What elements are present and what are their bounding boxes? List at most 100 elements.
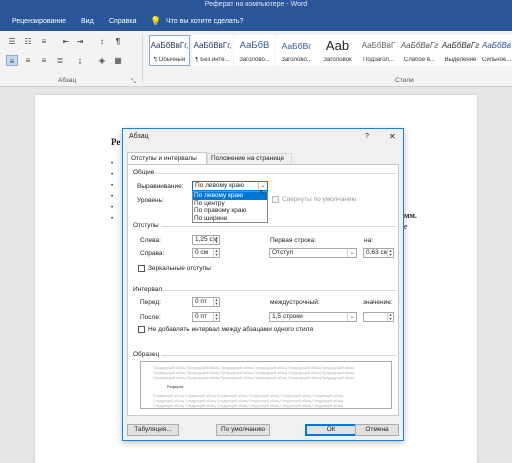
- tab-label: Положение на странице: [211, 155, 285, 162]
- spinner-icon[interactable]: ▲ ▼: [387, 313, 393, 321]
- alignment-dropdown-list: По левому краю По центру По правому краю…: [192, 191, 268, 223]
- paragraph-launcher-icon[interactable]: ⤡: [131, 79, 136, 86]
- tell-me-box[interactable]: Что вы хотите сделать?: [166, 18, 243, 25]
- alignment-label: Выравнивание:: [137, 183, 184, 190]
- no-space-checkbox[interactable]: [138, 326, 145, 333]
- tab-line-page-breaks[interactable]: Положение на странице: [207, 153, 292, 164]
- before-input[interactable]: 0 пт ▲ ▼: [192, 297, 220, 307]
- alignment-option-center[interactable]: По центру: [193, 200, 267, 208]
- show-marks-icon[interactable]: ¶: [112, 36, 124, 47]
- first-line-label: Первая строка:: [270, 237, 317, 244]
- set-default-button[interactable]: По умолчанию: [216, 424, 270, 436]
- style-intense-emphasis[interactable]: АаБбВвГг Сильное...: [481, 35, 512, 66]
- line-spacing-select[interactable]: 1,5 строки ⌄: [269, 312, 357, 322]
- preview-previous: Предыдущий абзац Предыдущий абзац Предыд…: [153, 371, 355, 375]
- align-left-icon[interactable]: ≡: [6, 55, 18, 66]
- preview-previous: Предыдущий абзац Предыдущий абзац Предыд…: [153, 366, 355, 370]
- no-space-label: Не добавлять интервал между абзацами одн…: [148, 326, 313, 333]
- shading-icon[interactable]: ◈: [96, 55, 108, 66]
- group-divider: [142, 35, 143, 83]
- preview-next: Следующий абзац Следующий абзац Следующи…: [153, 394, 344, 398]
- by-input[interactable]: 0,63 см ▲ ▼: [363, 248, 394, 258]
- style-name: ¶ Без инте...: [195, 57, 230, 63]
- indents-section-title: Отступы: [133, 222, 159, 229]
- ok-button[interactable]: ОК: [305, 424, 357, 436]
- borders-icon[interactable]: ▦: [112, 55, 124, 66]
- cancel-button[interactable]: Отмена: [355, 424, 399, 436]
- styles-group-label: Стили: [395, 77, 414, 84]
- style-name: Слабое в...: [403, 57, 436, 63]
- line-spacing-icon[interactable]: ↨: [74, 55, 86, 66]
- style-name: ¶ Обычный: [153, 57, 186, 63]
- sort-icon[interactable]: ↕: [96, 36, 108, 47]
- preview-box: Предыдущий абзац Предыдущий абзац Предыд…: [140, 361, 392, 409]
- style-sample: АаБбВвГг: [400, 41, 439, 50]
- left-indent-input[interactable]: 1,25 см ▲ ▼: [192, 235, 220, 245]
- chevron-down-icon[interactable]: ⌄: [347, 249, 356, 257]
- style-normal[interactable]: АаБбВвГг, ¶ Обычный: [149, 35, 190, 66]
- menu-help[interactable]: Справка: [109, 18, 136, 25]
- help-button[interactable]: ?: [365, 133, 369, 140]
- alignment-value: По левому краю: [195, 182, 245, 189]
- section-divider: [161, 355, 397, 356]
- style-sample: АаБбВвГг,: [193, 41, 232, 50]
- menu-review[interactable]: Рецензирование: [12, 18, 66, 25]
- style-name: Выделение: [444, 57, 477, 63]
- mirror-indents-checkbox[interactable]: [138, 265, 145, 272]
- style-heading-1[interactable]: АаБбВ Заголово...: [234, 35, 275, 66]
- ribbon: ☰ ☷ ≡ ⇤ ⇥ ↕ ¶ ≡ ≡ ≡ ≣ ↨ ◈ ▦ Абзац ⤡ АаБб…: [0, 31, 512, 87]
- alignment-select[interactable]: По левому краю ⌄: [192, 181, 268, 191]
- style-sample: Aab: [325, 38, 350, 53]
- preview-next: Следующий абзац Следующий абзац Следующи…: [153, 404, 344, 408]
- style-heading-2[interactable]: АаБбВг Заголово...: [276, 35, 317, 66]
- style-subtitle[interactable]: АаБбВвГ Подзагол...: [358, 35, 399, 66]
- spinner-icon[interactable]: ▲ ▼: [213, 249, 219, 257]
- spinner-icon[interactable]: ▲ ▼: [213, 313, 219, 321]
- first-line-value: Отступ: [272, 249, 294, 256]
- section-divider: [163, 290, 397, 291]
- preview-previous: Предыдущий абзац Предыдущий абзац Предыд…: [153, 376, 355, 380]
- justify-icon[interactable]: ≣: [54, 55, 66, 66]
- numbering-icon[interactable]: ☷: [22, 36, 34, 47]
- at-input[interactable]: ▲ ▼: [363, 312, 394, 322]
- increase-indent-icon[interactable]: ⇥: [74, 36, 86, 47]
- spinner-icon[interactable]: ▲ ▼: [213, 298, 219, 306]
- spacing-section-title: Интервал: [133, 286, 163, 293]
- style-no-spacing[interactable]: АаБбВвГг, ¶ Без инте...: [192, 35, 233, 66]
- right-indent-label: Справа:: [140, 250, 165, 257]
- close-icon[interactable]: ✕: [389, 132, 396, 141]
- left-indent-label: Слева:: [140, 237, 161, 244]
- collapsed-label: Свернуты по умолчанию: [282, 196, 357, 203]
- by-value: 0,63 см: [366, 249, 389, 256]
- chevron-down-icon[interactable]: ⌄: [347, 313, 356, 321]
- style-sample: АаБбВ: [239, 40, 270, 51]
- decrease-indent-icon[interactable]: ⇤: [60, 36, 72, 47]
- alignment-option-justify[interactable]: По ширине: [193, 215, 267, 223]
- style-name: Заголово...: [281, 57, 312, 63]
- align-center-icon[interactable]: ≡: [22, 55, 34, 66]
- at-label: значение:: [363, 299, 393, 306]
- align-right-icon[interactable]: ≡: [38, 55, 50, 66]
- tabs-button[interactable]: Табуляция...: [127, 424, 179, 436]
- right-indent-input[interactable]: 0 см ▲ ▼: [192, 248, 220, 258]
- spinner-icon[interactable]: ▲ ▼: [387, 249, 393, 257]
- style-sample: АаБбВг: [281, 41, 312, 51]
- first-line-select[interactable]: Отступ ⌄: [269, 248, 357, 258]
- style-title[interactable]: Aab Заголовок: [317, 35, 358, 66]
- style-sample: АаБбВвГг: [482, 41, 511, 50]
- collapsed-checkbox[interactable]: [272, 196, 279, 203]
- tab-indents-spacing[interactable]: Отступы и интервалы: [127, 152, 207, 164]
- general-section-title: Общие: [133, 169, 155, 176]
- style-subtle-emphasis[interactable]: АаБбВвГг Слабое в...: [399, 35, 440, 66]
- menu-view[interactable]: Вид: [81, 18, 94, 25]
- style-emphasis[interactable]: АаБбВвГг Выделение: [440, 35, 481, 66]
- alignment-option-left[interactable]: По левому краю: [193, 192, 267, 200]
- alignment-option-right[interactable]: По правому краю: [193, 207, 267, 215]
- by-label: на:: [364, 237, 374, 244]
- after-input[interactable]: 0 пт ▲ ▼: [192, 312, 220, 322]
- bullets-icon[interactable]: ☰: [6, 36, 18, 47]
- menu-bar: Рецензирование Вид Справка 💡 Что вы хоти…: [0, 12, 512, 31]
- multilevel-list-icon[interactable]: ≡: [38, 36, 50, 47]
- spinner-icon[interactable]: ▲ ▼: [213, 236, 219, 244]
- bullet-list: • • • • • •: [111, 161, 114, 222]
